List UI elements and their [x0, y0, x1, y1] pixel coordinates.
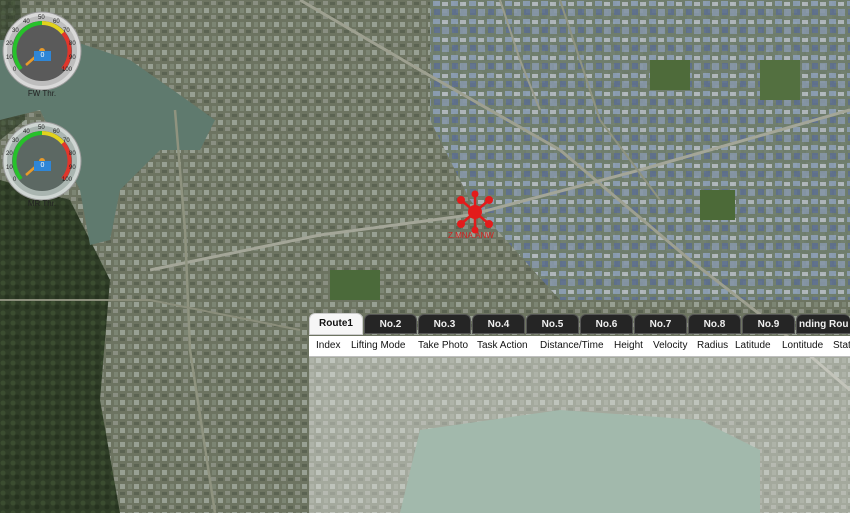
gauge-tick-70: 70 [63, 138, 70, 144]
tab-no5[interactable]: No.5 [526, 314, 579, 334]
tab-no8[interactable]: No.8 [688, 314, 741, 334]
gauge-tick-80: 80 [69, 151, 76, 157]
col-take-photo[interactable]: Take Photo [418, 336, 468, 356]
col-radius[interactable]: Radius [697, 336, 728, 356]
tab-route1[interactable]: Route1 [309, 313, 363, 335]
tab-no7[interactable]: No.7 [634, 314, 687, 334]
gauge-tick-60: 60 [53, 19, 60, 25]
fw-throttle-label: FW Thr. [27, 89, 57, 98]
gauge-tick-40: 40 [23, 129, 30, 135]
col-index[interactable]: Index [316, 336, 340, 356]
fw-throttle-gauge: 0 10 20 30 40 50 60 70 80 90 100 0 FW Th… [2, 11, 82, 98]
col-task-action[interactable]: Task Action [477, 336, 528, 356]
tab-no4[interactable]: No.4 [472, 314, 525, 334]
gauge-tick-30: 30 [12, 138, 19, 144]
fw-throttle-value: 0 [34, 51, 51, 61]
gauge-tick-90: 90 [69, 55, 76, 61]
gauge-tick-30: 30 [12, 28, 19, 34]
col-longitude[interactable]: Lontitude [782, 336, 823, 356]
col-latitude[interactable]: Latitude [735, 336, 771, 356]
gauge-tick-50: 50 [38, 125, 45, 131]
gauge-tick-0: 0 [13, 177, 17, 183]
gauge-tick-100: 100 [62, 67, 73, 73]
route-tab-bar: Route1 No.2 No.3 No.4 No.5 No.6 No.7 No.… [309, 311, 850, 336]
tab-no3[interactable]: No.3 [418, 314, 471, 334]
drone-label: Z.MNA.ANW [448, 231, 494, 240]
tab-no9[interactable]: No.9 [742, 314, 795, 334]
gauge-tick-90: 90 [69, 165, 76, 171]
col-height[interactable]: Height [614, 336, 643, 356]
gauge-tick-40: 40 [23, 19, 30, 25]
gauge-tick-100: 100 [62, 177, 73, 183]
gauge-tick-0: 0 [13, 67, 17, 73]
quadcopter-icon [457, 190, 493, 234]
tab-no2[interactable]: No.2 [364, 314, 417, 334]
gauge-tick-10: 10 [6, 165, 13, 171]
gauge-tick-20: 20 [6, 41, 13, 47]
tab-no6[interactable]: No.6 [580, 314, 633, 334]
gauge-tick-60: 60 [53, 129, 60, 135]
mr-throttle-label: MR Thr. [27, 199, 57, 208]
col-lifting-mode[interactable]: Lifting Mode [351, 336, 405, 356]
route-table-body[interactable] [309, 357, 850, 513]
route-table-header: Index Lifting Mode Take Photo Task Actio… [309, 336, 850, 357]
col-distance-time[interactable]: Distance/Time [540, 336, 604, 356]
drone-marker[interactable]: Z.MNA.ANW [448, 190, 498, 246]
gauge-tick-20: 20 [6, 151, 13, 157]
gauge-tick-10: 10 [6, 55, 13, 61]
col-status[interactable]: Stat [833, 336, 850, 356]
gauge-tick-50: 50 [38, 15, 45, 21]
gauge-tick-80: 80 [69, 41, 76, 47]
mr-throttle-gauge: 0 10 20 30 40 50 60 70 80 90 100 0 MR Th… [2, 121, 82, 208]
col-velocity[interactable]: Velocity [653, 336, 687, 356]
mr-throttle-value: 0 [34, 161, 51, 171]
gauge-tick-70: 70 [63, 28, 70, 34]
route-panel: Route1 No.2 No.3 No.4 No.5 No.6 No.7 No.… [309, 311, 850, 513]
tab-landing-route[interactable]: nding Rou [796, 314, 850, 334]
